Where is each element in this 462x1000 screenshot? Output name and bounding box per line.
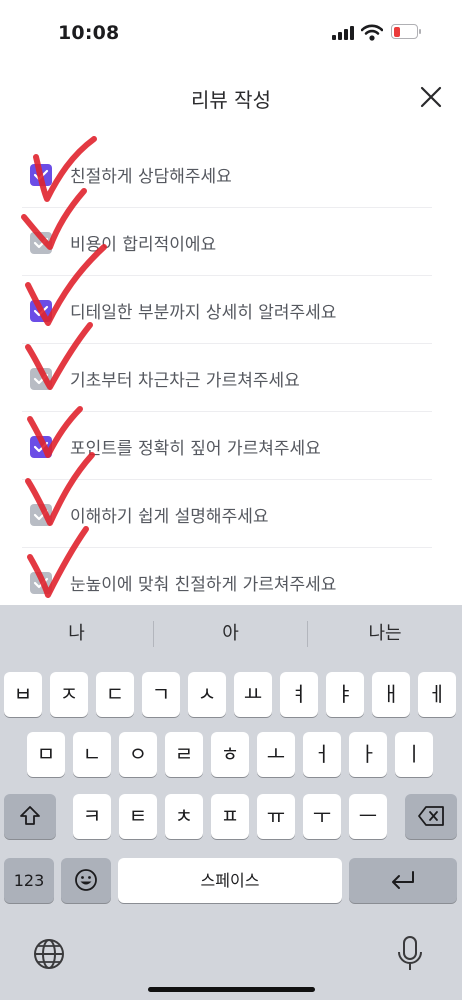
review-options-list: 친절하게 상담해주세요 비용이 합리적이에요 디테일한 부분까지 상세히 알려주… (0, 125, 462, 605)
suggestion-item[interactable]: 아 (154, 605, 307, 663)
review-option-4[interactable]: 기초부터 차근차근 가르쳐주세요 (22, 345, 432, 412)
key[interactable]: ㅓ (303, 732, 341, 777)
suggestion-item[interactable]: 나 (0, 605, 153, 663)
review-option-1[interactable]: 친절하게 상담해주세요 (22, 141, 432, 208)
review-option-label: 이해하기 쉽게 설명해주세요 (70, 507, 269, 527)
review-option-label: 기초부터 차근차근 가르쳐주세요 (70, 371, 300, 391)
key[interactable]: ㅠ (257, 794, 295, 839)
dictation-button[interactable] (396, 935, 426, 975)
key[interactable]: ㄷ (96, 672, 134, 717)
key[interactable]: ㅇ (119, 732, 157, 777)
microphone-icon (398, 936, 422, 970)
checkbox-checked[interactable] (30, 300, 52, 322)
backspace-key[interactable] (405, 794, 457, 839)
checkmark-icon (33, 305, 49, 317)
checkbox-unchecked[interactable] (30, 368, 52, 390)
key[interactable]: ㅏ (349, 732, 387, 777)
checkbox-unchecked[interactable] (30, 232, 52, 254)
key[interactable]: ㄴ (73, 732, 111, 777)
checkmark-icon (33, 441, 49, 453)
review-option-6[interactable]: 이해하기 쉽게 설명해주세요 (22, 481, 432, 548)
key[interactable]: ㅁ (27, 732, 65, 777)
backspace-icon (418, 806, 444, 826)
emoji-key[interactable] (61, 858, 111, 903)
signal-icon (332, 26, 354, 40)
review-option-label: 디테일한 부분까지 상세히 알려주세요 (70, 303, 337, 323)
key[interactable]: ㅊ (165, 794, 203, 839)
key[interactable]: ㅗ (257, 732, 295, 777)
key[interactable]: ㅜ (303, 794, 341, 839)
keyboard: 나 아 나는 ㅂ ㅈ ㄷ ㄱ ㅅ ㅛ ㅕ ㅑ ㅐ ㅔ ㅁ ㄴ ㅇ ㄹ ㅎ ㅗ ㅓ… (0, 605, 462, 1000)
key[interactable]: ㅈ (50, 672, 88, 717)
key[interactable]: ㅛ (234, 672, 272, 717)
numbers-key[interactable]: 123 (4, 858, 54, 903)
page-title: 리뷰 작성 (191, 88, 271, 112)
key[interactable]: ㅋ (73, 794, 111, 839)
review-option-5[interactable]: 포인트를 정확히 짚어 가르쳐주세요 (22, 413, 432, 480)
checkmark-icon (33, 373, 49, 385)
return-icon (392, 871, 414, 889)
checkbox-unchecked[interactable] (30, 504, 52, 526)
review-option-2[interactable]: 비용이 합리적이에요 (22, 209, 432, 276)
suggestion-item[interactable]: 나는 (308, 605, 462, 663)
checkbox-unchecked[interactable] (30, 572, 52, 594)
checkbox-checked[interactable] (30, 436, 52, 458)
key[interactable]: ㄹ (165, 732, 203, 777)
review-option-label: 친절하게 상담해주세요 (70, 167, 232, 187)
space-key[interactable]: 스페이스 (118, 858, 342, 903)
checkbox-checked[interactable] (30, 164, 52, 186)
key[interactable]: ㅐ (372, 672, 410, 717)
shift-icon (20, 806, 40, 825)
battery-low-icon (391, 24, 421, 39)
review-option-label: 포인트를 정확히 짚어 가르쳐주세요 (70, 439, 321, 459)
key[interactable]: ㅡ (349, 794, 387, 839)
key[interactable]: ㅣ (395, 732, 433, 777)
key[interactable]: ㅍ (211, 794, 249, 839)
checkmark-icon (33, 509, 49, 521)
review-option-3[interactable]: 디테일한 부분까지 상세히 알려주세요 (22, 277, 432, 344)
key[interactable]: ㅂ (4, 672, 42, 717)
checkmark-icon (33, 577, 49, 589)
key[interactable]: ㄱ (142, 672, 180, 717)
key[interactable]: ㅌ (119, 794, 157, 839)
globe-icon (34, 939, 64, 969)
wifi-icon (361, 24, 383, 41)
key[interactable]: ㅅ (188, 672, 226, 717)
key[interactable]: ㅕ (280, 672, 318, 717)
key[interactable]: ㅔ (418, 672, 456, 717)
key[interactable]: ㅑ (326, 672, 364, 717)
home-indicator (148, 987, 315, 992)
emoji-icon (75, 869, 97, 891)
close-button[interactable] (410, 78, 452, 118)
return-key[interactable] (349, 858, 457, 903)
review-option-label: 비용이 합리적이에요 (70, 235, 217, 255)
close-icon (420, 86, 442, 108)
checkmark-icon (33, 237, 49, 249)
suggestion-bar: 나 아 나는 (0, 605, 462, 663)
shift-key[interactable] (4, 794, 56, 839)
checkmark-icon (33, 169, 49, 181)
globe-button[interactable] (32, 937, 68, 973)
review-option-label: 눈높이에 맞춰 친절하게 가르쳐주세요 (70, 575, 337, 595)
status-time: 10:08 (58, 22, 120, 44)
key[interactable]: ㅎ (211, 732, 249, 777)
